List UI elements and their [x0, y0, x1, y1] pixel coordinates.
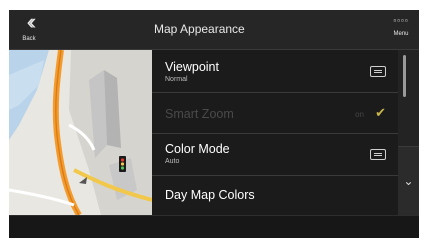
- list-item-color-mode[interactable]: Color Mode Auto: [152, 133, 398, 176]
- day-map-colors-label: Day Map Colors: [165, 188, 255, 202]
- list-icon: [370, 149, 386, 160]
- scrollbar[interactable]: ⌄: [398, 50, 419, 216]
- list-item-smart-zoom[interactable]: Smart Zoom on ✔: [152, 92, 398, 134]
- bottom-bar: [9, 215, 419, 238]
- check-icon: ✔: [375, 105, 386, 120]
- color-mode-value: Auto: [165, 158, 180, 165]
- viewpoint-value: Normal: [165, 76, 188, 83]
- viewpoint-label: Viewpoint: [165, 60, 219, 74]
- scroll-thumb[interactable]: [403, 55, 406, 97]
- page-title: Map Appearance: [154, 22, 245, 36]
- smart-zoom-state: on: [355, 110, 364, 119]
- chevron-down-icon: ⌄: [403, 174, 414, 188]
- menu-label: Menu: [393, 31, 409, 37]
- top-bar: ‹‹ Back Map Appearance ▫▫▫▫ Menu: [9, 10, 419, 50]
- back-button[interactable]: ‹‹ Back: [13, 10, 45, 47]
- smart-zoom-label: Smart Zoom: [165, 107, 234, 121]
- map-preview: [9, 50, 152, 215]
- map-canvas: [9, 50, 152, 215]
- grid-dots-icon: ▫▫▫▫: [393, 16, 409, 25]
- scroll-down-button[interactable]: ⌄: [398, 146, 419, 216]
- list-icon: [370, 66, 386, 77]
- menu-button[interactable]: ▫▫▫▫ Menu: [387, 16, 415, 37]
- navigation-screen: ‹‹ Back Map Appearance ▫▫▫▫ Menu Viewpoi…: [9, 10, 419, 238]
- list-item-day-map-colors[interactable]: Day Map Colors: [152, 175, 398, 215]
- double-chevron-left-icon: ‹‹: [26, 10, 37, 34]
- color-mode-label: Color Mode: [165, 142, 230, 156]
- back-label: Back: [22, 36, 36, 42]
- settings-list: Viewpoint Normal Smart Zoom on ✔ Color M…: [152, 50, 398, 215]
- list-item-viewpoint[interactable]: Viewpoint Normal: [152, 50, 398, 93]
